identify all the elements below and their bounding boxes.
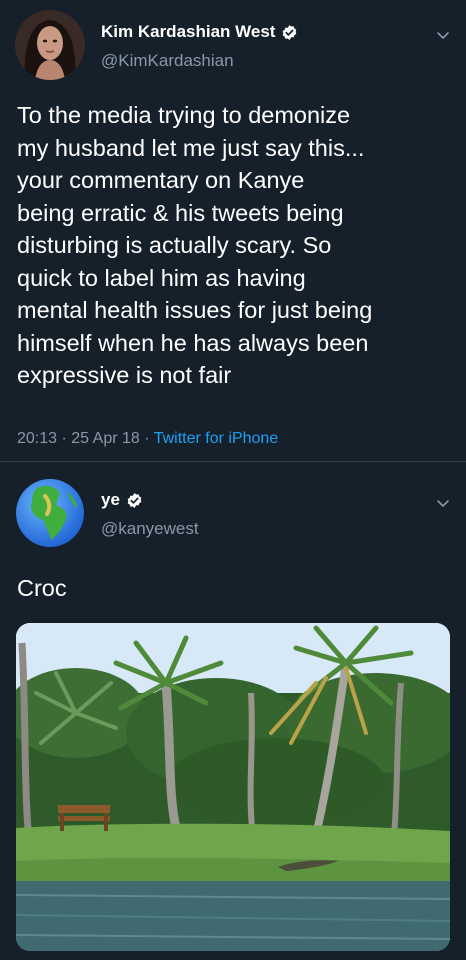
tweet-text: Croc: [17, 575, 67, 601]
avatar-photo: [15, 10, 85, 80]
chevron-down-icon[interactable]: [434, 494, 452, 512]
tweet-kim-kardashian[interactable]: Kim Kardashian West @KimKardashian To th…: [0, 0, 466, 462]
tweet-photo[interactable]: [16, 623, 450, 951]
tweet-meta: 20:13 · 25 Apr 18 · Twitter for iPhone: [17, 430, 278, 448]
verified-badge-icon: [283, 24, 297, 40]
display-name[interactable]: Kim Kardashian West: [101, 22, 275, 42]
chevron-down-icon[interactable]: [434, 26, 452, 44]
photo-garden-scene: [16, 623, 450, 951]
tweet-time: 20:13: [17, 430, 58, 447]
handle[interactable]: @kanyewest: [101, 519, 199, 539]
tweet-date: 25 Apr 18: [71, 430, 140, 447]
globe-emoji-icon: [16, 479, 84, 547]
tweet-source-link[interactable]: Twitter for iPhone: [154, 430, 279, 447]
avatar[interactable]: [15, 10, 85, 80]
tweet-kanye-west[interactable]: ye @kanyewest Croc: [0, 463, 466, 960]
author-row[interactable]: ye: [101, 490, 143, 510]
tweet-text: To the media trying to demonize my husba…: [17, 102, 373, 388]
author-row[interactable]: Kim Kardashian West: [101, 22, 298, 42]
handle[interactable]: @KimKardashian: [101, 51, 234, 71]
meta-separator: ·: [61, 430, 67, 447]
display-name[interactable]: ye: [101, 490, 120, 510]
verified-badge-icon: [127, 492, 142, 508]
meta-separator: ·: [144, 430, 150, 447]
avatar[interactable]: [15, 478, 85, 548]
tweet-divider: [0, 461, 466, 462]
